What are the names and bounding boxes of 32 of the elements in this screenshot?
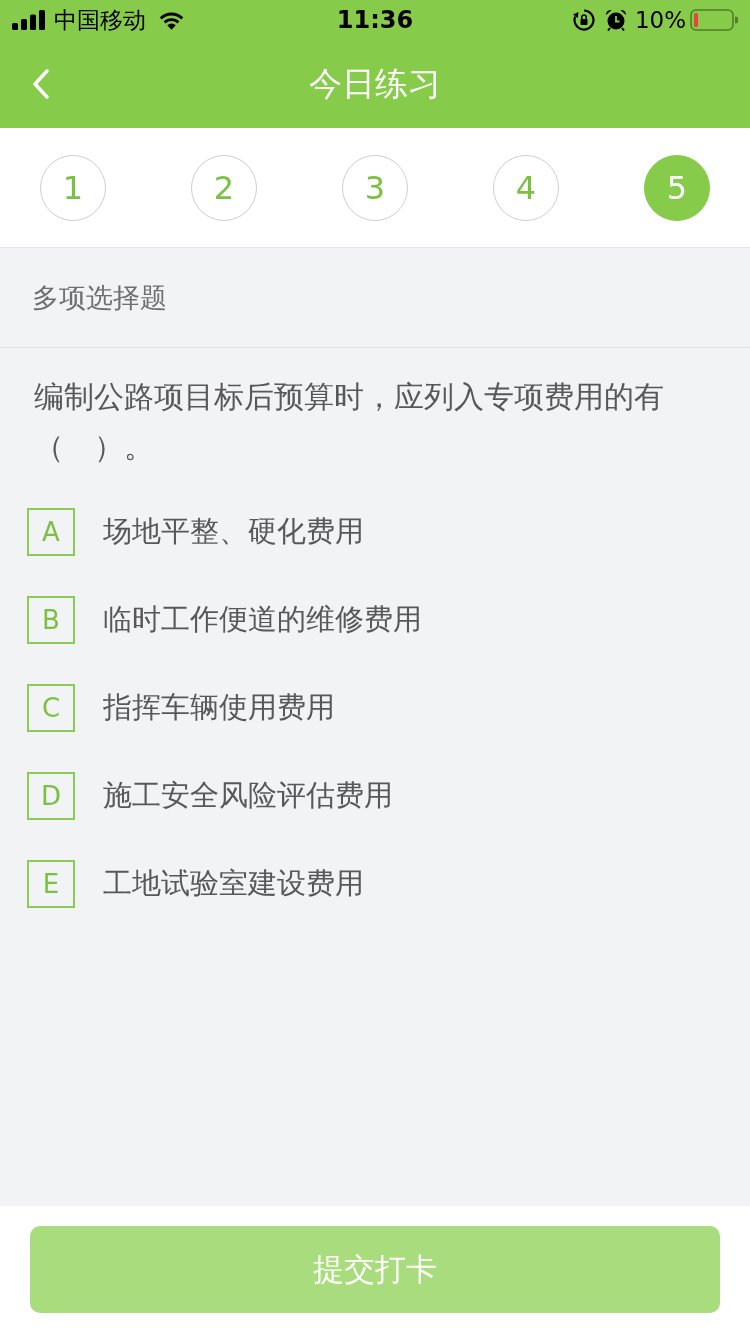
answer-option[interactable]: B 临时工作便道的维修费用	[0, 576, 750, 664]
option-text: 场地平整、硬化费用	[103, 513, 364, 550]
option-letter-box: C	[27, 684, 75, 732]
question-number-tab[interactable]: 5	[644, 154, 710, 221]
wifi-icon	[158, 10, 185, 30]
answer-option[interactable]: C 指挥车辆使用费用	[0, 664, 750, 752]
battery-low-icon	[690, 9, 738, 31]
question-type-label: 多项选择题	[32, 280, 167, 315]
option-text: 工地试验室建设费用	[103, 865, 364, 902]
question-number-tab[interactable]: 4	[493, 154, 559, 221]
signal-icon	[12, 10, 46, 30]
option-text: 指挥车辆使用费用	[103, 689, 335, 726]
option-letter-box: A	[27, 508, 75, 556]
question-number-tab[interactable]: 2	[191, 154, 257, 221]
answer-option[interactable]: E 工地试验室建设费用	[0, 840, 750, 928]
option-text: 施工安全风险评估费用	[103, 777, 393, 814]
question-text: 编制公路项目标后预算时，应列入专项费用的有（ ）。	[33, 379, 665, 466]
carrier-name: 中国移动	[54, 5, 146, 35]
rotation-lock-icon	[572, 9, 595, 31]
status-time: 11:36	[336, 6, 414, 34]
battery-percent: 10%	[634, 7, 686, 33]
option-text: 临时工作便道的维修费用	[103, 601, 422, 638]
chevron-left-icon	[33, 69, 49, 99]
page-title: 今日练习	[309, 62, 441, 105]
option-letter-box: B	[27, 596, 75, 644]
question-number-tab[interactable]: 1	[40, 154, 106, 221]
option-letter-box: E	[27, 860, 75, 908]
option-letter-box: D	[27, 772, 75, 820]
question-number-tab[interactable]: 3	[342, 154, 408, 221]
answer-option[interactable]: D 施工安全风险评估费用	[0, 752, 750, 840]
answer-option[interactable]: A 场地平整、硬化费用	[0, 488, 750, 576]
alarm-clock-icon	[604, 9, 627, 31]
